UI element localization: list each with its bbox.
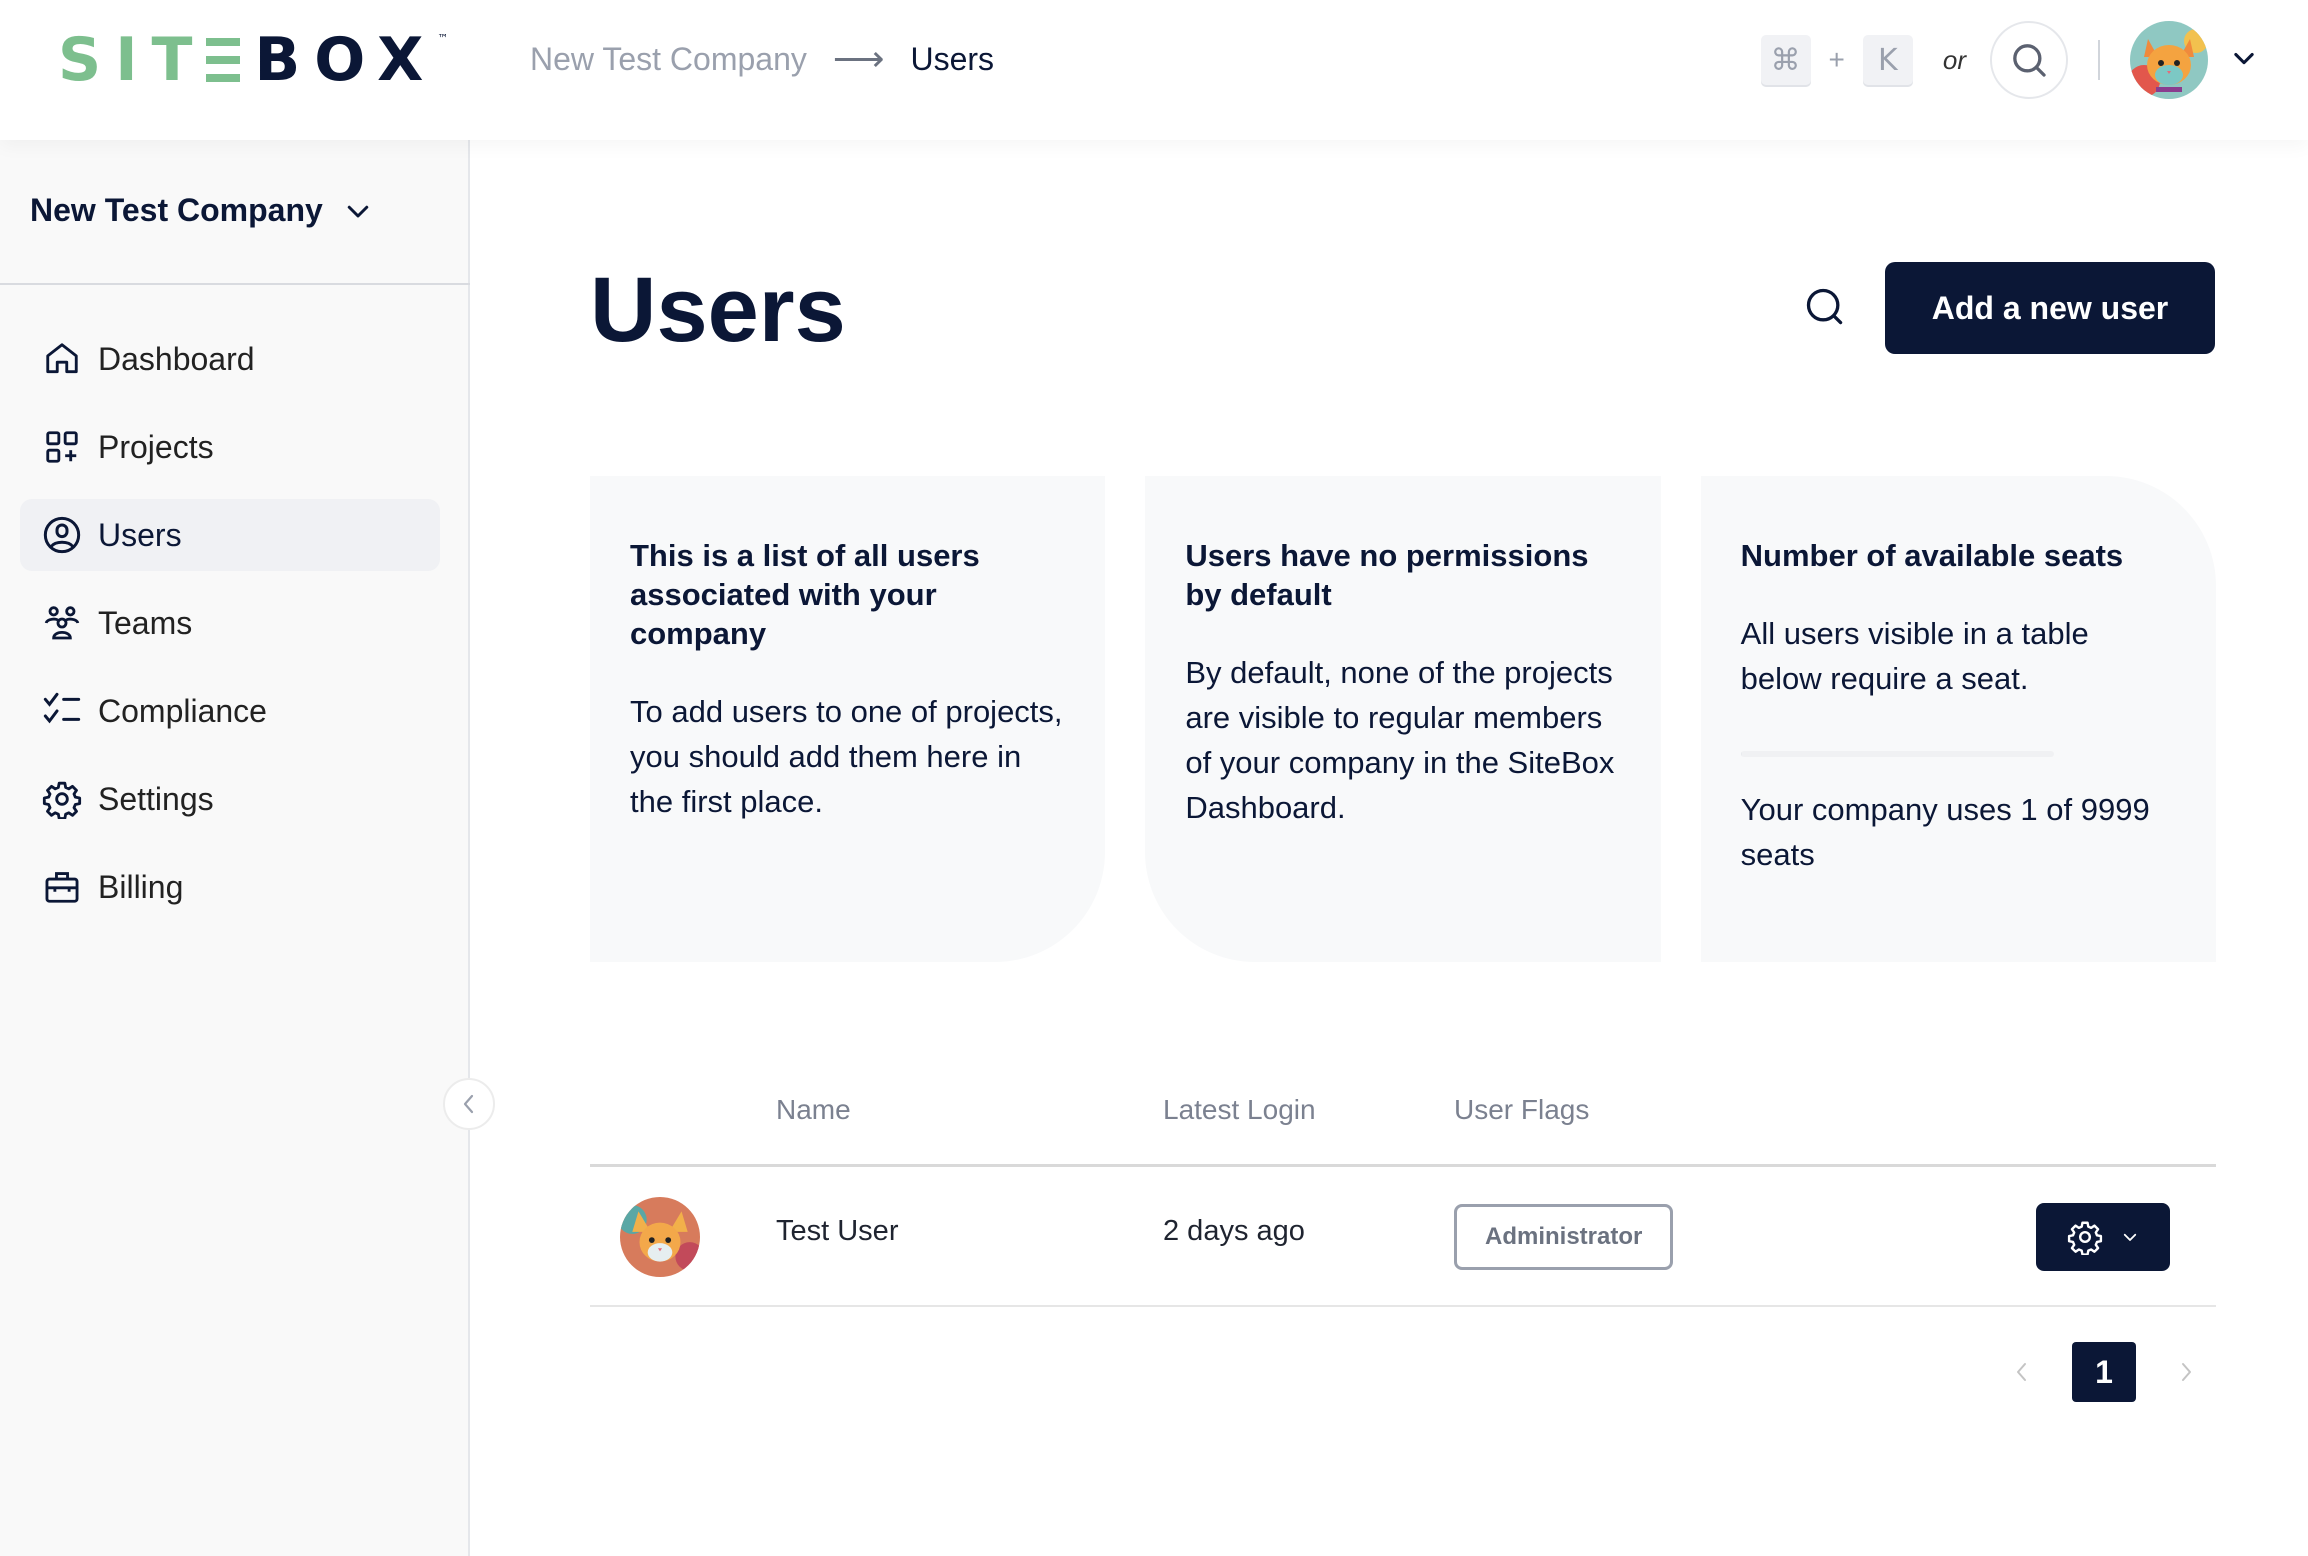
main-content: Users Add a new user This is a list of a… xyxy=(472,140,2308,1556)
page-title: Users xyxy=(590,259,846,361)
home-icon xyxy=(42,339,82,379)
sidebar-item-billing[interactable]: Billing xyxy=(20,851,440,923)
top-header: SIT BOX ™ New Test Company ⟶ Users ⌘ + K… xyxy=(0,0,2308,140)
checklist-icon xyxy=(42,691,82,731)
search-icon xyxy=(2013,44,2046,77)
seat-usage-fill xyxy=(1740,751,1743,757)
info-cards: This is a list of all users associated w… xyxy=(590,476,2216,962)
company-switcher[interactable]: New Test Company xyxy=(30,192,373,229)
breadcrumb-current: Users xyxy=(910,40,995,77)
sidebar: New Test Company Dashboard Projects User… xyxy=(0,140,495,1556)
breadcrumb: New Test Company ⟶ Users xyxy=(530,38,994,80)
table-row[interactable]: Test User 2 days ago Administrator xyxy=(590,1167,2216,1307)
header-divider xyxy=(2098,40,2100,80)
info-card-permissions: Users have no permissions by default By … xyxy=(1145,476,1661,962)
logo-text-green: SIT xyxy=(58,25,207,95)
user-menu-chevron-icon[interactable] xyxy=(2230,44,2258,77)
logo-trademark: ™ xyxy=(437,32,449,45)
page-number-current[interactable]: 1 xyxy=(2072,1342,2136,1402)
latest-login: 2 days ago xyxy=(1163,1215,1305,1247)
gear-icon xyxy=(2067,1221,2103,1255)
card-title: Users have no permissions by default xyxy=(1185,538,1589,612)
global-search-button[interactable] xyxy=(1990,21,2068,99)
sidebar-item-label: Settings xyxy=(98,780,214,817)
breadcrumb-company-link[interactable]: New Test Company xyxy=(530,41,807,78)
header-actions: ⌘ + K or xyxy=(1760,20,2258,100)
shortcut-or: or xyxy=(1942,44,1966,75)
sidebar-item-label: Projects xyxy=(98,428,214,465)
logo-e-mark xyxy=(206,38,241,82)
sidebar-item-projects[interactable]: Projects xyxy=(20,411,440,483)
user-circle-icon xyxy=(42,515,82,555)
next-page-button[interactable] xyxy=(2156,1342,2216,1402)
sidebar-item-users[interactable]: Users xyxy=(20,499,440,571)
sidebar-nav: Dashboard Projects Users Teams Complianc… xyxy=(20,323,440,939)
gear-icon xyxy=(42,779,82,819)
sidebar-item-dashboard[interactable]: Dashboard xyxy=(20,323,440,395)
info-card-user-list: This is a list of all users associated w… xyxy=(590,476,1106,962)
seat-usage-bar xyxy=(1740,751,2055,757)
cat-avatar-image xyxy=(620,1197,700,1277)
logo-text-navy: BOX xyxy=(254,25,438,95)
chevron-down-icon xyxy=(2123,1233,2137,1241)
shortcut-plus: + xyxy=(1828,44,1845,75)
team-icon xyxy=(42,603,82,643)
previous-page-button[interactable] xyxy=(1992,1342,2052,1402)
sidebar-item-teams[interactable]: Teams xyxy=(20,587,440,659)
sidebar-divider xyxy=(0,283,470,285)
sidebar-item-label: Users xyxy=(98,516,182,553)
cat-avatar-image xyxy=(2130,21,2208,99)
command-key-hint: ⌘ xyxy=(1760,35,1811,85)
sidebar-item-settings[interactable]: Settings xyxy=(20,763,440,835)
user-name[interactable]: Test User xyxy=(776,1215,898,1248)
row-settings-dropdown-button[interactable] xyxy=(2036,1203,2170,1271)
card-title: This is a list of all users associated w… xyxy=(630,538,980,651)
user-avatar[interactable] xyxy=(2130,21,2208,99)
sidebar-item-label: Dashboard xyxy=(98,340,255,377)
company-name: New Test Company xyxy=(30,192,323,228)
info-card-seats: Number of available seats All users visi… xyxy=(1700,476,2216,962)
sitebox-logo[interactable]: SIT BOX ™ xyxy=(58,25,449,95)
pagination: 1 xyxy=(1992,1342,2216,1402)
sidebar-item-label: Compliance xyxy=(98,692,267,729)
card-body: All users visible in a table below requi… xyxy=(1740,616,2089,696)
chevron-right-icon xyxy=(2182,1363,2191,1381)
briefcase-icon xyxy=(42,867,82,907)
users-search-button[interactable] xyxy=(1800,282,1850,332)
chevron-left-icon xyxy=(2017,1363,2026,1381)
seat-usage-text: Your company uses 1 of 9999 seats xyxy=(1740,792,2150,872)
chevron-down-icon xyxy=(347,205,369,217)
column-header-latest-login[interactable]: Latest Login xyxy=(1163,1094,1316,1126)
sidebar-item-label: Teams xyxy=(98,604,193,641)
sidebar-item-compliance[interactable]: Compliance xyxy=(20,675,440,747)
grid-plus-icon xyxy=(42,427,82,467)
k-key-hint: K xyxy=(1862,35,1913,85)
breadcrumb-arrow-icon: ⟶ xyxy=(832,38,885,79)
row-user-avatar xyxy=(620,1197,700,1277)
add-new-user-button[interactable]: Add a new user xyxy=(1885,262,2215,354)
sidebar-item-label: Billing xyxy=(98,868,184,905)
card-body: To add users to one of projects, you sho… xyxy=(630,694,1063,819)
card-body: By default, none of the projects are vis… xyxy=(1185,655,1615,825)
user-flag-badge: Administrator xyxy=(1454,1204,1674,1270)
card-title: Number of available seats xyxy=(1740,538,2124,573)
column-header-name[interactable]: Name xyxy=(776,1094,851,1126)
search-icon xyxy=(1806,288,1843,325)
column-header-user-flags[interactable]: User Flags xyxy=(1454,1094,1589,1126)
